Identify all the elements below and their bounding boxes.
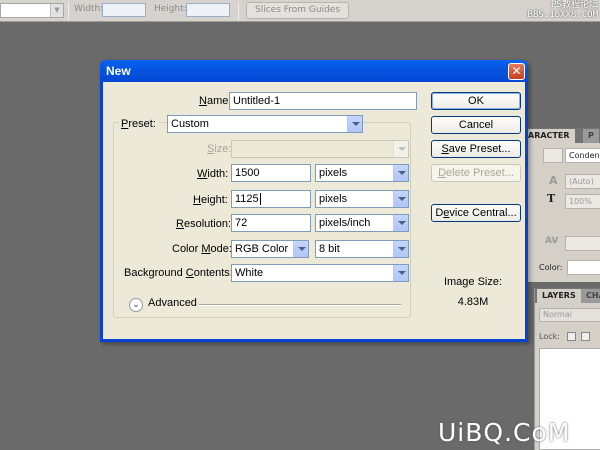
save-preset-button[interactable]: Save Preset... (431, 140, 521, 158)
width-unit-select[interactable]: pixels (315, 164, 409, 182)
height-label: Height: (154, 4, 187, 14)
chevron-down-icon (293, 241, 308, 257)
height-input[interactable]: 1125 (231, 190, 311, 208)
advanced-label: Advanced (148, 297, 197, 309)
chevron-down-icon: ▼ (50, 4, 63, 17)
close-button[interactable]: ✕ (508, 63, 525, 80)
scale-field[interactable]: 100% (565, 194, 600, 209)
resolution-label: Resolution: (176, 218, 232, 230)
font-family-select[interactable] (543, 148, 563, 163)
tracking-icon: AV (545, 236, 559, 246)
lock-label: Lock: (539, 332, 560, 341)
tab-channels[interactable]: CHA (581, 289, 600, 303)
style-select[interactable]: ▼ (0, 3, 64, 18)
chevron-down-icon (393, 165, 408, 181)
lock-transparent-icon[interactable] (567, 332, 576, 341)
size-label: Size: (207, 143, 232, 155)
width-input[interactable]: 1500 (231, 164, 311, 182)
new-document-dialog: New ✕ Name: Untitled-1 Preset: Custom Si… (100, 60, 528, 342)
close-icon: ✕ (511, 64, 522, 78)
panel-tabbar: LAYERS CHA (535, 288, 600, 303)
width-label: Width: (197, 168, 229, 180)
background-contents-select[interactable]: White (231, 264, 409, 282)
leading-field[interactable]: (Auto) (565, 174, 600, 189)
separator (68, 2, 69, 20)
delete-preset-button[interactable]: Delete Preset... (431, 164, 521, 182)
background-contents-label: Background Contents: (124, 267, 233, 279)
width-input[interactable] (102, 3, 146, 17)
lock-image-icon[interactable] (581, 332, 590, 341)
font-style-select[interactable]: Conden... (565, 148, 600, 163)
text-caret (259, 193, 261, 206)
dialog-titlebar[interactable]: New ✕ (100, 60, 528, 82)
chevron-down-icon (347, 116, 362, 132)
vertical-scale-icon: T (547, 192, 556, 205)
watermark-bottom: UiBQ.CoM (438, 418, 571, 447)
height-input[interactable] (186, 3, 230, 17)
separator (238, 2, 239, 20)
image-size-caption: Image Size: (443, 276, 503, 288)
tracking-field[interactable] (565, 236, 600, 251)
watermark-line2: BBS.16XX8.COM (527, 10, 598, 20)
tab-character[interactable]: ARACTER (523, 129, 575, 143)
watermark-line1: PS教程论坛 (550, 0, 598, 10)
bit-depth-select[interactable]: 8 bit (315, 240, 409, 258)
chevron-down-icon (393, 141, 408, 157)
watermark-top: PS教程论坛 BBS.16XX8.COM (488, 0, 598, 20)
preset-label: Preset: (119, 118, 159, 130)
advanced-toggle-button[interactable]: ⌄ (129, 298, 143, 312)
name-input[interactable]: Untitled-1 (229, 92, 417, 110)
slices-from-guides-button[interactable]: Slices From Guides (246, 2, 350, 19)
chevron-down-icon (393, 191, 408, 207)
resolution-input[interactable]: 72 (231, 214, 311, 232)
leading-icon: A (549, 174, 558, 187)
character-panel: ARACTER P Conden... A (Auto) T 100% AV C… (522, 128, 600, 282)
preset-select[interactable]: Custom (167, 115, 363, 133)
color-mode-label: Color Mode: (172, 243, 232, 255)
name-label: Name: (199, 95, 232, 107)
double-chevron-down-icon: ⌄ (132, 300, 140, 310)
color-label: Color: (539, 263, 563, 272)
height-label: Height: (193, 194, 228, 206)
color-mode-select[interactable]: RGB Color (231, 240, 309, 258)
tab-layers[interactable]: LAYERS (537, 289, 581, 303)
blend-mode-select[interactable]: Normal (539, 308, 600, 322)
chevron-down-icon (393, 215, 408, 231)
image-size-value: 4.83M (457, 296, 489, 308)
height-unit-select[interactable]: pixels (315, 190, 409, 208)
size-select[interactable] (231, 140, 409, 158)
advanced-divider (199, 304, 401, 306)
resolution-unit-select[interactable]: pixels/inch (315, 214, 409, 232)
device-central-button[interactable]: Device Central... (431, 204, 521, 222)
ok-button[interactable]: OK (431, 92, 521, 110)
cancel-button[interactable]: Cancel (431, 116, 521, 134)
width-label: Width: (74, 4, 104, 14)
chevron-down-icon (393, 265, 408, 281)
tab-paragraph[interactable]: P (583, 129, 599, 143)
panel-tabbar: ARACTER P (523, 128, 600, 143)
color-swatch[interactable] (567, 260, 600, 275)
chevron-down-icon (393, 241, 408, 257)
dialog-title: New (106, 64, 131, 78)
